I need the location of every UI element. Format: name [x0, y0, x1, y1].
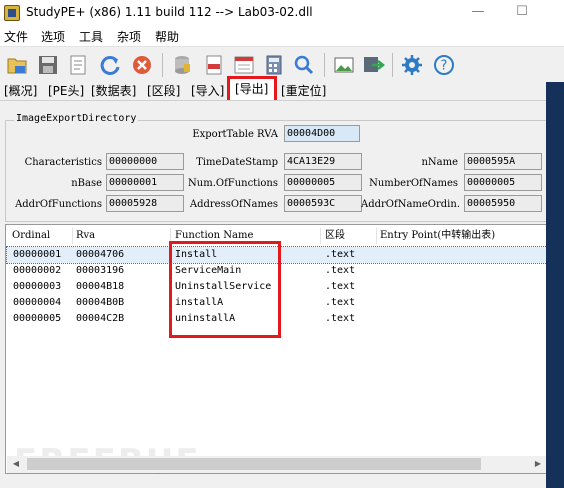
tab-pe-header[interactable]: [PE头]	[48, 83, 84, 99]
column-header-section[interactable]: 区段	[325, 226, 345, 246]
ordinal-cell: 00000004	[13, 297, 62, 308]
title-bar: StudyPE+ (x86) 1.11 build 112 --> Lab03-…	[0, 0, 564, 26]
tab-sections[interactable]: [区段]	[147, 83, 180, 99]
app-icon	[4, 5, 20, 21]
rva-cell: 00004C2B	[76, 313, 125, 324]
svg-text:?: ?	[441, 59, 448, 74]
toolbar-separator	[162, 53, 163, 77]
menu-misc[interactable]: 杂项	[117, 28, 141, 45]
horizontal-scrollbar[interactable]: ◀ ▶	[7, 456, 547, 473]
number-of-names-label: NumberOfNames	[369, 178, 458, 189]
ordinal-cell: 00000001	[13, 249, 62, 260]
document-icon[interactable]	[64, 51, 92, 79]
export-table-rva-field[interactable]: 00004D00	[284, 125, 360, 142]
address-of-names-field[interactable]: 0000593C	[284, 195, 362, 212]
scroll-left-icon[interactable]: ◀	[9, 458, 23, 470]
section-cell: .text	[325, 265, 356, 276]
num-of-functions-field[interactable]: 00000005	[284, 174, 362, 191]
name-field[interactable]: 0000595A	[464, 153, 542, 170]
save-icon[interactable]	[34, 51, 62, 79]
open-folder-icon[interactable]	[4, 51, 32, 79]
status-bar	[0, 480, 564, 488]
tab-data-directories[interactable]: [数据表]	[91, 83, 136, 99]
base-field[interactable]: 00000001	[106, 174, 184, 191]
refresh-icon[interactable]	[96, 51, 124, 79]
section-cell: .text	[325, 249, 356, 260]
column-header-rva[interactable]: Rva	[76, 226, 95, 246]
export-table-rva-label: ExportTable RVA	[192, 129, 278, 140]
time-date-stamp-label: TimeDateStamp	[196, 157, 278, 168]
characteristics-field[interactable]: 00000000	[106, 153, 184, 170]
section-cell: .text	[325, 297, 356, 308]
menu-help[interactable]: 帮助	[155, 28, 179, 45]
ordinal-cell: 00000002	[13, 265, 62, 276]
rva-cell: 00003196	[76, 265, 125, 276]
scroll-right-icon[interactable]: ▶	[531, 458, 545, 470]
toolbar: ?	[0, 46, 564, 82]
tab-imports[interactable]: [导入]	[191, 83, 224, 99]
addr-of-functions-field[interactable]: 00005928	[106, 195, 184, 212]
menu-file[interactable]: 文件	[4, 28, 28, 45]
group-title: ImageExportDirectory	[14, 113, 139, 124]
num-of-functions-label: Num.OfFunctions	[188, 178, 278, 189]
maximize-button[interactable]: ☐	[512, 3, 532, 21]
column-header-entry-point[interactable]: Entry Point(中转输出表)	[380, 226, 495, 246]
window-title: StudyPE+ (x86) 1.11 build 112 --> Lab03-…	[26, 5, 313, 19]
toolbar-separator	[392, 53, 393, 77]
addr-of-name-ordinals-label: AddrOfNameOrdin.	[360, 199, 460, 210]
column-divider	[72, 228, 73, 244]
minimize-button[interactable]: —	[468, 3, 488, 21]
side-panel-strip	[546, 82, 564, 488]
tab-exports[interactable]: [导出]	[235, 81, 268, 97]
ordinal-cell: 00000003	[13, 281, 62, 292]
number-of-names-field[interactable]: 00000005	[464, 174, 542, 191]
column-divider	[320, 228, 321, 244]
hex-file-icon[interactable]	[230, 51, 258, 79]
base-label: nBase	[71, 178, 102, 189]
column-header-ordinal[interactable]: Ordinal	[12, 226, 50, 246]
rva-cell: 00004B18	[76, 281, 125, 292]
export-icon[interactable]	[360, 51, 388, 79]
database-icon[interactable]	[168, 51, 196, 79]
tab-relocations[interactable]: [重定位]	[281, 83, 326, 99]
image-icon[interactable]	[330, 51, 358, 79]
section-cell: .text	[325, 313, 356, 324]
asm-file-icon[interactable]	[200, 51, 228, 79]
time-date-stamp-field[interactable]: 4CA13E29	[284, 153, 362, 170]
menu-options[interactable]: 选项	[41, 28, 65, 45]
menu-bar: 文件 选项 工具 杂项 帮助	[0, 26, 564, 46]
menu-tools[interactable]: 工具	[79, 28, 103, 45]
calculator-icon[interactable]	[260, 51, 288, 79]
search-icon[interactable]	[290, 51, 318, 79]
scrollbar-thumb[interactable]	[27, 458, 481, 470]
addr-of-name-ordinals-field[interactable]: 00005950	[464, 195, 542, 212]
rva-cell: 00004B0B	[76, 297, 125, 308]
ordinal-cell: 00000005	[13, 313, 62, 324]
toolbar-separator	[324, 53, 325, 77]
addr-of-functions-label: AddrOfFunctions	[15, 199, 102, 210]
column-divider	[376, 228, 377, 244]
rva-cell: 00004706	[76, 249, 125, 260]
name-label: nName	[421, 157, 458, 168]
function-name-highlight	[169, 241, 281, 338]
gear-icon[interactable]	[398, 51, 426, 79]
help-icon[interactable]: ?	[430, 51, 458, 79]
address-of-names-label: AddressOfNames	[189, 199, 278, 210]
section-cell: .text	[325, 281, 356, 292]
characteristics-label: Characteristics	[24, 157, 102, 168]
tab-overview[interactable]: [概况]	[4, 83, 37, 99]
stop-icon[interactable]	[128, 51, 156, 79]
